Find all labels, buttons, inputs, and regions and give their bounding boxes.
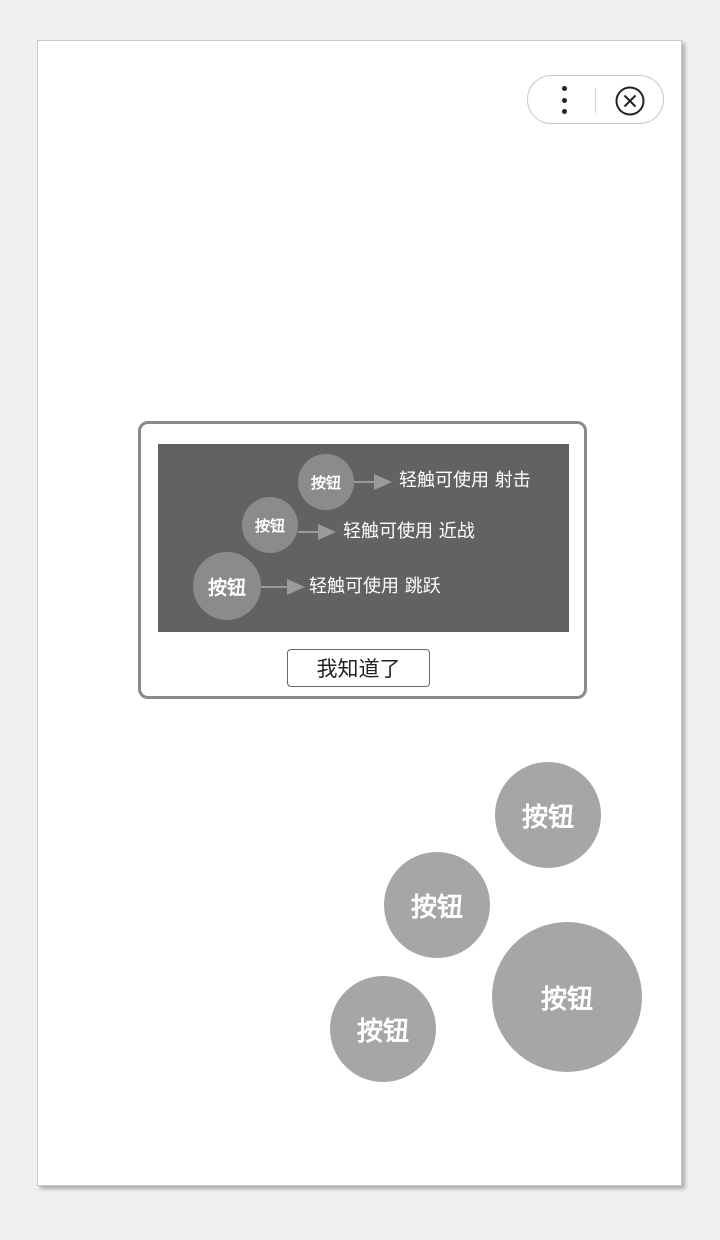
melee-button[interactable]: 按钮 (384, 852, 490, 958)
tutorial-dialog: 按钮 轻触可使用 射击 按钮 轻触可使用 近战 按钮 轻触可使用 跳跃 我知道了 (138, 421, 587, 699)
guide-button-jump: 按钮 (193, 552, 261, 620)
guide-text-shoot: 轻触可使用 射击 (399, 470, 531, 491)
mini-program-capsule (527, 75, 664, 124)
arrow-right-icon (298, 524, 336, 540)
big-action-button[interactable]: 按钮 (492, 922, 642, 1072)
jump-button[interactable]: 按钮 (330, 976, 436, 1082)
shoot-button[interactable]: 按钮 (495, 762, 601, 868)
arrow-right-icon (354, 474, 392, 490)
guide-text-melee: 轻触可使用 近战 (343, 521, 475, 542)
guide-button-melee: 按钮 (242, 497, 298, 553)
guide-button-shoot: 按钮 (298, 454, 354, 510)
arrow-right-icon (261, 579, 305, 595)
circle-close-icon[interactable] (615, 86, 645, 116)
more-vertical-icon[interactable] (553, 86, 575, 114)
phone-screen: 按钮 轻触可使用 射击 按钮 轻触可使用 近战 按钮 轻触可使用 跳跃 我知道了… (37, 40, 682, 1186)
guide-text-jump: 轻触可使用 跳跃 (309, 576, 441, 597)
tutorial-illustration: 按钮 轻触可使用 射击 按钮 轻触可使用 近战 按钮 轻触可使用 跳跃 (158, 444, 569, 632)
capsule-divider (595, 88, 596, 113)
got-it-button[interactable]: 我知道了 (287, 649, 430, 687)
